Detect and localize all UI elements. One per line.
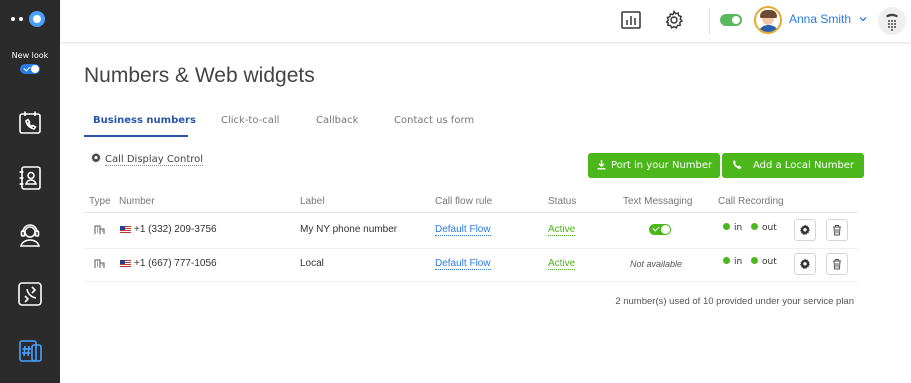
new-look-label: New look	[11, 51, 49, 60]
us-flag-icon	[120, 260, 131, 268]
call-display-control-label: Call Display Control	[105, 154, 204, 166]
topbar-divider	[709, 8, 710, 34]
add-local-number-label: Add a Local Number	[753, 160, 855, 171]
availability-toggle[interactable]	[720, 14, 742, 26]
dialpad-icon[interactable]	[878, 7, 906, 35]
active-tab-indicator	[84, 135, 188, 137]
port-number-label: Port in your Number	[611, 160, 713, 171]
phone-number: +1 (667) 777-1056	[134, 258, 217, 269]
building-icon	[94, 225, 105, 234]
table-row: +1 (667) 777-1056 Local Default Flow Act…	[84, 247, 858, 281]
call-flow-link[interactable]: Default Flow	[435, 258, 491, 270]
number-settings-button[interactable]	[794, 219, 816, 241]
status-badge: Active	[548, 224, 576, 236]
usage-note: 2 number(s) used of 10 provided under yo…	[615, 296, 854, 307]
tab-click-to-call[interactable]: Click-to-call	[221, 115, 279, 126]
col-header-text-messaging: Text Messaging	[623, 196, 693, 207]
recording-out-indicator[interactable]: out	[751, 223, 777, 233]
top-bar: Anna Smith	[60, 0, 911, 42]
phone-calendar-icon[interactable]	[15, 108, 45, 138]
recording-in-label: in	[734, 257, 743, 267]
number-label: My NY phone number	[300, 224, 398, 235]
phone-icon	[733, 160, 742, 169]
delete-number-button[interactable]	[826, 253, 848, 275]
call-flow-icon[interactable]	[15, 279, 45, 309]
recording-in-indicator[interactable]: in	[723, 223, 742, 233]
status-badge: Active	[548, 258, 576, 270]
call-display-control-link[interactable]: Call Display Control	[90, 152, 204, 166]
recording-out-label: out	[762, 223, 777, 233]
col-header-number: Number	[119, 196, 155, 207]
delete-number-button[interactable]	[826, 219, 848, 241]
app-logo[interactable]	[9, 10, 49, 28]
text-messaging-toggle[interactable]	[649, 224, 671, 235]
call-flow-link[interactable]: Default Flow	[435, 224, 491, 236]
table-row: +1 (332) 209-3756 My NY phone number Def…	[84, 213, 858, 247]
settings-gear-icon[interactable]	[663, 9, 685, 31]
row-divider	[84, 281, 858, 282]
number-settings-button[interactable]	[794, 253, 816, 275]
recording-out-label: out	[762, 257, 777, 267]
gear-icon	[91, 152, 101, 163]
tab-callback[interactable]: Callback	[316, 115, 358, 126]
avatar[interactable]	[754, 6, 782, 34]
us-flag-icon	[120, 226, 131, 234]
gear-icon	[800, 258, 810, 269]
recording-out-indicator[interactable]: out	[751, 257, 777, 267]
col-header-status: Status	[548, 196, 577, 207]
col-header-call-flow-rule: Call flow rule	[435, 196, 493, 207]
reports-chart-icon[interactable]	[620, 9, 642, 31]
user-name[interactable]: Anna Smith	[789, 12, 851, 26]
recording-in-indicator[interactable]: in	[723, 257, 742, 267]
download-icon	[597, 160, 606, 170]
col-header-call-recording: Call Recording	[718, 196, 784, 207]
tab-business-numbers[interactable]: Business numbers	[93, 115, 196, 126]
recording-on-dot	[723, 223, 730, 230]
col-header-type: Type	[89, 196, 111, 207]
recording-on-dot	[751, 257, 758, 264]
add-local-number-button[interactable]: Add a Local Number	[722, 153, 865, 178]
sidebar: New look	[0, 0, 60, 383]
tab-contact-us-form[interactable]: Contact us form	[394, 115, 474, 126]
numbers-hash-icon[interactable]	[15, 336, 45, 366]
trash-icon	[833, 225, 841, 236]
tab-bar: Business numbers Click-to-call Callback …	[84, 112, 864, 138]
port-number-button[interactable]: Port in your Number	[588, 153, 721, 178]
col-header-label: Label	[300, 196, 325, 207]
agent-headset-icon[interactable]	[15, 220, 45, 250]
building-icon	[94, 259, 105, 268]
chevron-down-icon[interactable]	[859, 15, 867, 23]
new-look-toggle[interactable]	[20, 64, 40, 74]
trash-icon	[833, 259, 841, 270]
gear-icon	[800, 224, 810, 235]
recording-on-dot	[723, 257, 730, 264]
phone-number: +1 (332) 209-3756	[134, 224, 217, 235]
contacts-icon[interactable]	[15, 163, 45, 193]
recording-in-label: in	[734, 223, 743, 233]
number-label: Local	[300, 258, 324, 269]
page-title: Numbers & Web widgets	[84, 64, 315, 87]
recording-on-dot	[751, 223, 758, 230]
text-messaging-unavailable: Not available	[630, 259, 683, 269]
